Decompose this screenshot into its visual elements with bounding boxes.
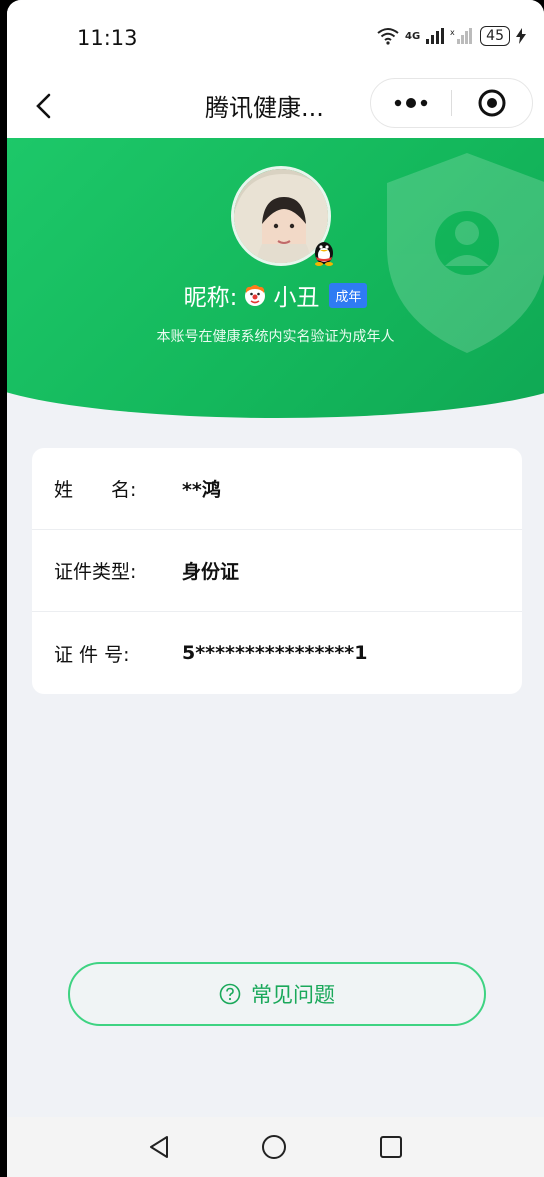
nickname-label: 昵称: (183, 285, 238, 311)
signal-no-service-icon: x (450, 28, 473, 44)
nickname-row: 昵称: 小丑 成年 (7, 278, 544, 312)
nav-recents-square-icon[interactable] (378, 1134, 404, 1160)
back-button[interactable] (27, 86, 63, 126)
clown-emoji-icon (245, 285, 266, 306)
battery-indicator: 45 (480, 26, 510, 46)
more-button[interactable] (371, 79, 451, 127)
id-number-row: 证 件 号: 5****************1 (32, 612, 522, 694)
name-row: 姓 名: **鸿 (32, 448, 522, 530)
name-label: 姓 名: (54, 479, 137, 501)
close-target-icon (478, 89, 506, 117)
nickname-value: 小丑 (273, 285, 320, 311)
more-dots-icon (394, 98, 428, 108)
status-time: 11:13 (77, 26, 138, 50)
wifi-icon (377, 28, 399, 45)
faq-label: 常见问题 (251, 983, 335, 1007)
verification-note: 本账号在健康系统内实名验证为成年人 (156, 329, 395, 345)
question-circle-icon (219, 983, 241, 1005)
faq-button[interactable]: 常见问题 (68, 962, 486, 1026)
qq-penguin-icon (315, 242, 333, 266)
charging-icon (516, 28, 526, 44)
signal-icon (426, 28, 445, 44)
id-type-row: 证件类型: 身份证 (32, 530, 522, 612)
identity-info-card: 姓 名: **鸿 证件类型: 身份证 证 件 号: 5*************… (32, 448, 522, 694)
status-bar: 11:13 4G x 45 (7, 0, 544, 76)
phone-screen: 11:13 4G x 45 腾讯健康... 昵称: 小丑 成年 本账号在健康系统… (7, 0, 544, 1177)
navigation-bar: 腾讯健康... (7, 76, 544, 138)
id-number-value: 5****************1 (182, 642, 368, 664)
system-navigation-bar (7, 1117, 544, 1177)
page-title: 腾讯健康... (205, 94, 324, 122)
name-value: **鸿 (182, 479, 221, 501)
close-button[interactable] (452, 79, 532, 127)
nav-back-triangle-icon[interactable] (147, 1134, 171, 1160)
status-icons: 4G x 45 (377, 26, 526, 46)
back-arrow-icon (36, 93, 51, 119)
mini-program-capsule (370, 78, 533, 128)
id-type-value: 身份证 (182, 561, 240, 583)
nav-home-circle-icon[interactable] (260, 1133, 288, 1161)
id-number-label: 证 件 号: (54, 643, 130, 666)
adult-badge: 成年 (329, 282, 368, 308)
svg-text:x: x (450, 28, 455, 37)
network-label: 4G (405, 30, 421, 42)
id-type-label: 证件类型: (54, 561, 137, 583)
